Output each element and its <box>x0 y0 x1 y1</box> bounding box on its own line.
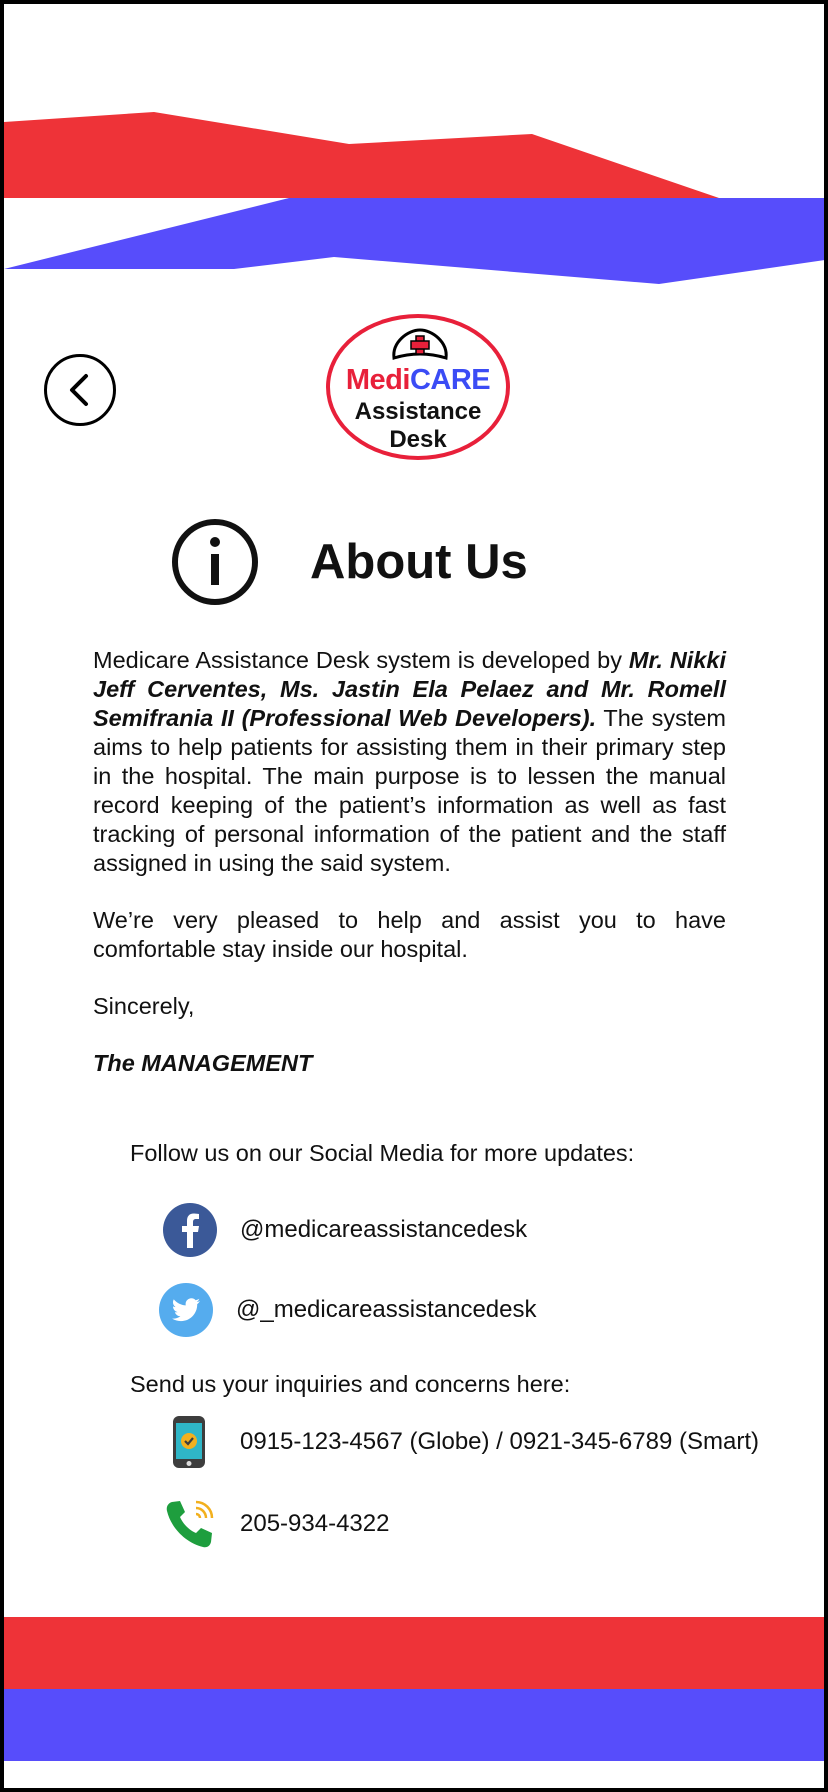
nurse-cap-icon <box>392 328 448 360</box>
twitter-link[interactable]: @_medicareassistancedesk <box>158 1282 537 1338</box>
landline-contact[interactable]: 205-934-4322 <box>162 1496 389 1552</box>
about-paragraph-1: Medicare Assistance Desk system is devel… <box>93 646 726 878</box>
app-frame: MediCARE Assistance Desk About Us Medica… <box>0 0 828 1792</box>
page-heading: About Us <box>170 516 528 608</box>
footer-blue-band <box>4 1689 824 1761</box>
header-wave-decoration <box>4 112 824 284</box>
mobile-contact[interactable]: 0915-123-4567 (Globe) / 0921-345-6789 (S… <box>162 1414 759 1470</box>
app-logo: MediCARE Assistance Desk <box>326 314 510 460</box>
info-icon <box>172 519 258 605</box>
facebook-handle: @medicareassistancedesk <box>240 1216 528 1243</box>
facebook-icon <box>163 1203 217 1257</box>
footer-red-band <box>4 1617 824 1689</box>
signature-text: The MANAGEMENT <box>93 1050 313 1076</box>
landline-number: 205-934-4322 <box>240 1510 390 1537</box>
mobile-numbers: 0915-123-4567 (Globe) / 0921-345-6789 (S… <box>240 1428 759 1455</box>
chevron-left-icon <box>70 374 88 406</box>
social-heading: Follow us on our Social Media for more u… <box>130 1140 635 1166</box>
twitter-icon <box>159 1283 213 1337</box>
about-intro-text: Medicare Assistance Desk system is devel… <box>93 647 629 673</box>
about-content: Medicare Assistance Desk system is devel… <box>93 646 726 1078</box>
logo-subtitle-line1: Assistance <box>354 398 482 425</box>
phone-call-icon <box>166 1500 214 1548</box>
about-paragraph-2: We’re very pleased to help and assist yo… <box>93 907 726 962</box>
twitter-handle: @_medicareassistancedesk <box>236 1296 537 1323</box>
logo-subtitle-line2: Desk <box>389 426 447 453</box>
closing-text: Sincerely, <box>93 993 195 1019</box>
logo-title: MediCARE <box>345 364 491 396</box>
page-title: About Us <box>310 535 528 589</box>
back-button[interactable] <box>44 354 116 426</box>
mobile-phone-icon <box>173 1416 205 1468</box>
facebook-link[interactable]: @medicareassistancedesk <box>162 1202 527 1258</box>
contact-heading: Send us your inquiries and concerns here… <box>130 1371 571 1397</box>
